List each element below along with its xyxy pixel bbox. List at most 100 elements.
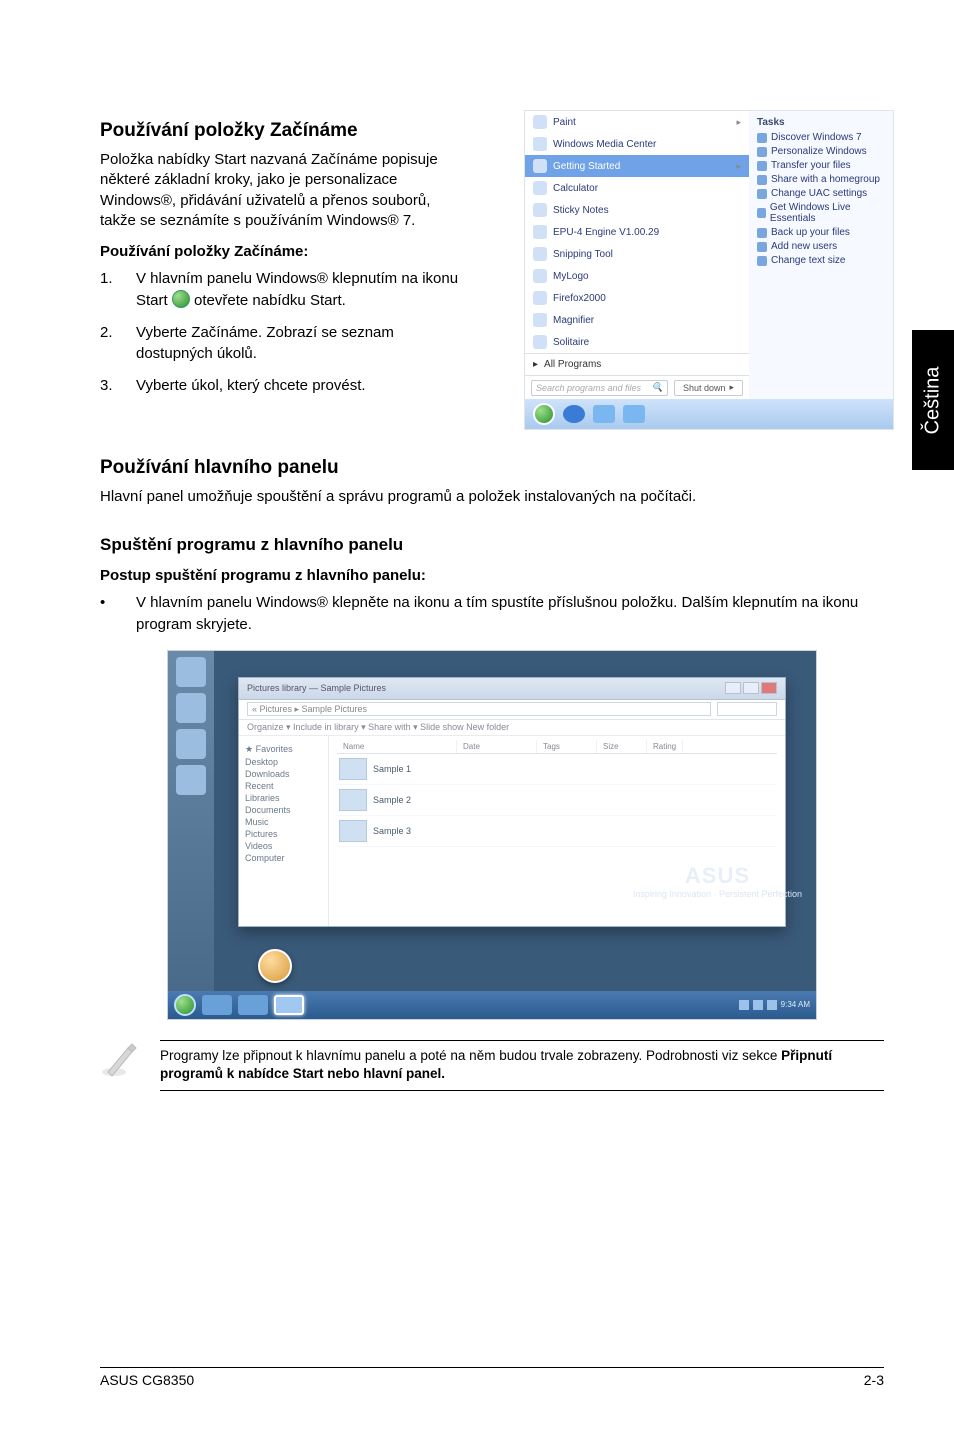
task-icon [757,189,767,199]
list-item: Sample 3 [337,816,777,847]
thumb-icon [339,758,367,780]
thumb-icon [339,789,367,811]
step-number: 2. [100,322,114,366]
address-bar[interactable]: « Pictures ▸ Sample Pictures [247,702,711,716]
heading-launch: Spuštění programu z hlavního panelu [100,535,884,555]
asus-logo: ASUS Inspiring Innovation · Persistent P… [633,863,802,899]
task-link[interactable]: Discover Windows 7 [757,132,885,143]
start-item[interactable]: Solitaire [525,331,749,353]
task-icon [757,147,767,157]
desktop-sidebar [168,651,214,991]
window-title: Pictures library — Sample Pictures [247,683,386,693]
note-pen-icon [100,1040,140,1080]
solitaire-icon [533,335,547,349]
getting-started-subhead: Používání položky Začínáme: [100,243,470,260]
footer-model: ASUS CG8350 [100,1372,194,1388]
max-button[interactable] [743,682,759,694]
task-link[interactable]: Change text size [757,255,885,266]
task-icon [757,208,766,218]
sticky-notes-icon [533,203,547,217]
all-programs[interactable]: ▸All Programs [525,353,749,375]
launch-text: V hlavním panelu Windows® klepněte na ik… [136,592,884,636]
step-2-text: Vyberte Začínáme. Zobrazí se seznam dost… [136,322,470,366]
start-item[interactable]: Magnifier [525,309,749,331]
firefox-icon [533,291,547,305]
stack-icon[interactable] [258,949,292,983]
media-icon[interactable] [623,405,645,423]
step-1-text: V hlavním panelu Windows® klepnutím na i… [136,268,470,312]
close-button[interactable] [761,682,777,694]
task-link[interactable]: Back up your files [757,227,885,238]
launch-subhead: Postup spuštění programu z hlavního pane… [100,567,884,584]
start-item[interactable]: Snipping Tool [525,243,749,265]
note-text: Programy lze připnout k hlavnímu panelu … [160,1040,884,1092]
task-link[interactable]: Get Windows Live Essentials [757,202,885,224]
task-link[interactable]: Transfer your files [757,160,885,171]
task-link[interactable]: Change UAC settings [757,188,885,199]
step-number: 3. [100,375,114,397]
task-icon [757,228,767,238]
start-orb-icon [172,290,190,308]
gadget-icon[interactable] [176,693,206,723]
start-item[interactable]: Paint▸ [525,111,749,133]
step-3-text: Vyberte úkol, který chcete provést. [136,375,366,397]
start-item[interactable]: EPU-4 Engine V1.00.29 [525,221,749,243]
getting-started-intro: Položka nabídky Start nazvaná Začínáme p… [100,150,470,231]
explorer-icon[interactable] [593,405,615,423]
taskbar: 9:34 AM [168,991,816,1019]
task-icon [757,175,767,185]
desktop-screenshot: Pictures library — Sample Pictures « Pic… [167,650,817,1020]
tray-icon[interactable] [767,1000,777,1010]
list-item: Sample 2 [337,785,777,816]
start-item[interactable]: Sticky Notes [525,199,749,221]
step-number: 1. [100,268,114,312]
task-icon [757,161,767,171]
start-orb-icon[interactable] [174,994,196,1016]
footer-page: 2-3 [864,1372,884,1388]
task-icon [757,242,767,252]
start-menu-screenshot: Paint▸ Windows Media Center Getting Star… [524,110,894,430]
start-item-selected[interactable]: Getting Started▸ [525,155,749,177]
task-link[interactable]: Personalize Windows [757,146,885,157]
taskbar-item[interactable] [202,995,232,1015]
ie-icon[interactable] [563,405,585,423]
search-box[interactable] [717,702,777,716]
system-tray[interactable]: 9:34 AM [739,1000,810,1010]
shutdown-button[interactable]: Shut down▸ [674,380,743,396]
start-orb-icon[interactable] [533,403,555,425]
start-item[interactable]: Calculator [525,177,749,199]
taskbar-item[interactable] [238,995,268,1015]
thumb-icon [339,820,367,842]
clock[interactable]: 9:34 AM [781,1000,810,1009]
gadget-icon[interactable] [176,657,206,687]
tray-icon[interactable] [753,1000,763,1010]
min-button[interactable] [725,682,741,694]
gadget-icon[interactable] [176,729,206,759]
mylogo-icon [533,269,547,283]
toolbar[interactable]: Organize ▾ Include in library ▾ Share wi… [239,720,785,736]
magnifier-icon [533,313,547,327]
epu-icon [533,225,547,239]
start-item[interactable]: MyLogo [525,265,749,287]
wmc-icon [533,137,547,151]
tasks-heading: Tasks [757,117,885,128]
task-icon [757,256,767,266]
heading-taskbar: Používání hlavního panelu [100,457,884,479]
list-item: Sample 1 [337,754,777,785]
task-link[interactable]: Share with a homegroup [757,174,885,185]
tray-icon[interactable] [739,1000,749,1010]
getting-started-icon [533,159,547,173]
bullet: • [100,592,114,636]
snipping-icon [533,247,547,261]
start-search-input[interactable]: Search programs and files🔍 [531,380,668,396]
gadget-icon[interactable] [176,765,206,795]
paint-icon [533,115,547,129]
calculator-icon [533,181,547,195]
task-icon [757,133,767,143]
taskbar-item-active[interactable] [274,995,304,1015]
start-item[interactable]: Windows Media Center [525,133,749,155]
start-item[interactable]: Firefox2000 [525,287,749,309]
task-link[interactable]: Add new users [757,241,885,252]
taskbar-intro: Hlavní panel umožňuje spouštění a správu… [100,487,884,507]
nav-pane[interactable]: ★ Favorites Desktop Downloads Recent Lib… [239,736,329,926]
